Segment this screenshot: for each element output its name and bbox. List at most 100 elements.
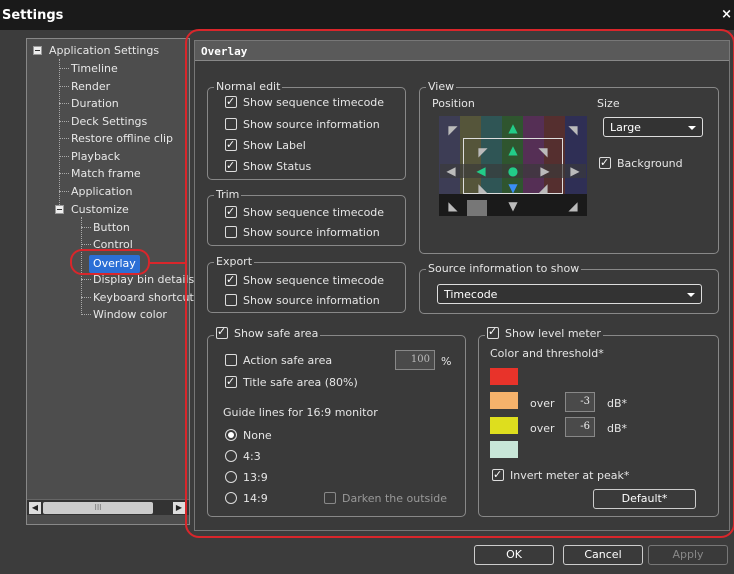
position-inner-top-left-icon[interactable]: ◤ (473, 142, 493, 162)
color-swatch-mint[interactable] (490, 441, 518, 458)
position-inner-top-right-icon[interactable]: ◥ (533, 142, 553, 162)
trim-show-sequence-timecode[interactable]: Show sequence timecode (225, 204, 385, 221)
apply-button[interactable]: Apply (648, 545, 728, 565)
tree-item-render[interactable]: Render (71, 78, 110, 96)
close-icon[interactable]: × (721, 7, 732, 22)
export-show-sequence-timecode[interactable]: Show sequence timecode (225, 272, 384, 289)
position-bottom-left-icon[interactable]: ◣ (443, 196, 463, 216)
checkbox[interactable] (225, 294, 237, 306)
scroll-right-icon[interactable]: ▶ (173, 502, 185, 514)
position-inner-top-icon[interactable]: ▲ (503, 140, 523, 160)
export-title: Export (214, 255, 255, 268)
position-bottom-right-icon[interactable]: ◢ (563, 196, 583, 216)
position-bottom-icon[interactable]: ▼ (503, 196, 523, 216)
position-top-right-icon[interactable]: ◥ (563, 120, 583, 140)
tree-item-restore-offline-clip[interactable]: Restore offline clip (71, 130, 173, 148)
position-right-icon[interactable]: ▶ (565, 161, 585, 181)
callout-connector (150, 262, 186, 264)
safe-area-title[interactable]: Show safe area (214, 325, 321, 340)
checkbox-label: Show source information (243, 294, 380, 307)
guide-option-13-9[interactable]: 13:9 (225, 470, 268, 486)
checkbox[interactable] (492, 467, 504, 483)
tree-item-window-color[interactable]: Window color (93, 306, 167, 324)
checkbox[interactable] (225, 374, 237, 390)
collapse-icon[interactable] (33, 46, 42, 55)
checkbox[interactable] (599, 155, 611, 171)
level-meter-title[interactable]: Show level meter (485, 325, 603, 340)
tree-item-application[interactable]: Application (71, 183, 132, 201)
checkbox[interactable] (225, 158, 237, 174)
trim-show-source-information[interactable]: Show source information (225, 225, 380, 241)
radio[interactable] (225, 429, 237, 441)
checkbox[interactable] (487, 325, 499, 339)
source-info-select-value: Timecode (444, 288, 498, 301)
export-show-source-information[interactable]: Show source information (225, 293, 380, 309)
checkbox[interactable] (225, 204, 237, 220)
position-inner-bottom-left-icon[interactable]: ◣ (473, 178, 493, 198)
position-grid[interactable]: ◤ ▲ ◥ ◤ ▲ ◥ ◀ ◀ ● ▶ ▶ ◣ ▼ ◢ ◣ ▼ ◢ (439, 116, 587, 216)
checkbox[interactable] (225, 354, 237, 366)
radio-label: 14:9 (243, 492, 268, 505)
position-inner-bottom-right-icon[interactable]: ◢ (533, 178, 553, 198)
checkbox[interactable] (216, 325, 228, 339)
checkbox[interactable] (225, 137, 237, 153)
color-swatch-orange[interactable] (490, 392, 518, 409)
tree-item-application-settings[interactable]: Application Settings (49, 42, 159, 60)
checkbox[interactable] (225, 226, 237, 238)
tree-item-button[interactable]: Button (93, 219, 130, 237)
invert-meter-checkbox[interactable]: Invert meter at peak* (492, 467, 630, 484)
tree-item-customize[interactable]: Customize (71, 201, 129, 219)
default-button[interactable]: Default* (593, 489, 696, 509)
action-safe-value[interactable]: 100 (395, 350, 435, 370)
checkbox-label: Show level meter (505, 327, 601, 340)
checkbox-label: Invert meter at peak* (510, 469, 630, 482)
tree-item-deck-settings[interactable]: Deck Settings (71, 113, 147, 131)
scroll-thumb[interactable]: III (43, 502, 153, 514)
guide-option-4-3[interactable]: 4:3 (225, 449, 261, 465)
size-select[interactable]: Large (603, 117, 703, 137)
radio[interactable] (225, 471, 237, 483)
cancel-button[interactable]: Cancel (563, 545, 643, 565)
scroll-left-icon[interactable]: ◀ (29, 502, 41, 514)
window-title: Settings (2, 8, 64, 23)
position-top-icon[interactable]: ▲ (503, 118, 523, 138)
action-safe-area-checkbox[interactable]: Action safe area (225, 353, 332, 369)
title-safe-area-checkbox[interactable]: Title safe area (80%) (225, 374, 358, 391)
tree-item-playback[interactable]: Playback (71, 148, 120, 166)
tree-item-match-frame[interactable]: Match frame (71, 165, 141, 183)
radio[interactable] (225, 450, 237, 462)
tree-item-timeline[interactable]: Timeline (71, 60, 118, 78)
checkbox-label: Show Label (243, 139, 306, 152)
position-left-icon[interactable]: ◀ (441, 161, 461, 181)
position-inner-bottom-icon[interactable]: ▼ (503, 178, 523, 198)
window-titlebar: Settings (0, 0, 734, 30)
checkbox-label: Show sequence timecode (243, 206, 385, 219)
threshold-input-2[interactable]: -6 (565, 417, 595, 437)
normal-show-sequence-timecode[interactable]: Show sequence timecode (225, 94, 384, 111)
checkbox[interactable] (225, 272, 237, 288)
darken-outside-checkbox[interactable]: Darken the outside (324, 491, 447, 507)
threshold-input-1[interactable]: -3 (565, 392, 595, 412)
normal-show-status[interactable]: Show Status (225, 158, 311, 175)
normal-show-label[interactable]: Show Label (225, 137, 306, 154)
settings-tree[interactable]: Application Settings Timeline Render Dur… (26, 38, 194, 525)
background-checkbox[interactable]: Background (599, 155, 683, 172)
checkbox[interactable] (225, 118, 237, 130)
position-top-left-icon[interactable]: ◤ (443, 120, 463, 140)
percent-unit: % (441, 355, 452, 368)
checkbox[interactable] (324, 492, 336, 504)
normal-show-source-information[interactable]: Show source information (225, 117, 380, 133)
guide-option-none[interactable]: None (225, 428, 272, 444)
checkbox[interactable] (225, 94, 237, 110)
tree-item-duration[interactable]: Duration (71, 95, 119, 113)
checkbox-label: Show source information (243, 226, 380, 239)
color-swatch-red[interactable] (490, 368, 518, 385)
guide-option-14-9[interactable]: 14:9 (225, 491, 268, 507)
source-info-select[interactable]: Timecode (437, 284, 702, 304)
collapse-icon[interactable] (55, 205, 64, 214)
radio[interactable] (225, 492, 237, 504)
color-swatch-yellow[interactable] (490, 417, 518, 434)
tree-item-keyboard-shortcut[interactable]: Keyboard shortcut (93, 289, 194, 307)
tree-horizontal-scrollbar[interactable]: ◀ III ▶ (27, 499, 189, 515)
ok-button[interactable]: OK (474, 545, 554, 565)
